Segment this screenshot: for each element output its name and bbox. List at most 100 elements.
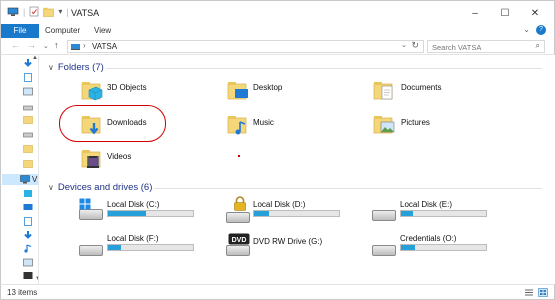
tab-computer[interactable]: Computer	[45, 24, 80, 38]
videos-nav-icon[interactable]	[23, 271, 33, 280]
address-bar-row: ← → ⌄ ↑ › VATSA ⌄ ↻ Search VATSA ⌕	[0, 38, 555, 55]
folder-nav-icon[interactable]	[23, 115, 33, 124]
documents-nav-icon[interactable]	[23, 73, 33, 82]
help-icon[interactable]: ?	[536, 25, 546, 35]
documents-nav-icon[interactable]	[23, 217, 33, 226]
downloads-nav-icon[interactable]	[23, 231, 33, 240]
hard-drive-body	[79, 209, 103, 220]
ribbon-controls: ⌄ ?	[523, 25, 546, 35]
ribbon: File Computer View ⌄ ?	[0, 24, 555, 38]
music-nav-icon[interactable]	[23, 244, 33, 253]
drive-nav-icon[interactable]	[23, 103, 33, 112]
drive-usage-bar	[107, 244, 194, 251]
expand-ribbon-icon[interactable]: ⌄	[523, 25, 530, 35]
drive-label: Local Disk (D:)	[253, 200, 306, 209]
videos-folder-icon	[81, 150, 101, 168]
group-divider	[154, 188, 542, 189]
up-arrow-icon[interactable]: ↑	[54, 40, 59, 50]
tab-file[interactable]: File	[1, 24, 39, 38]
details-view-icon[interactable]	[524, 288, 534, 297]
cursor-dot	[238, 155, 240, 157]
minimize-button[interactable]: –	[460, 3, 490, 23]
close-button[interactable]: ✕	[520, 3, 550, 23]
pictures-nav-icon[interactable]	[23, 258, 33, 267]
scroll-down-arrow-icon[interactable]: ▼	[35, 276, 38, 282]
forward-arrow-icon[interactable]: →	[27, 40, 36, 50]
hard-drive-body	[226, 245, 250, 256]
drives-group-title: Devices and drives (6)	[57, 182, 153, 193]
folders-group-header[interactable]: ∨ Folders (7)	[48, 62, 104, 73]
breadcrumb-separator-icon[interactable]: ›	[83, 41, 86, 50]
folder-label: 3D Objects	[107, 83, 147, 92]
folder-label: Pictures	[401, 118, 430, 127]
drive-label: Credentials (O:)	[400, 234, 457, 243]
drive-usage-fill	[108, 245, 121, 250]
folder-label: Documents	[401, 83, 442, 92]
properties-icon[interactable]	[29, 6, 39, 17]
maximize-button[interactable]: ☐	[490, 3, 520, 23]
item-count: 13 items	[7, 288, 38, 297]
svg-text:DVD: DVD	[232, 237, 247, 244]
dvd-drive-icon: DVD	[228, 233, 250, 245]
navigation-pane: ▲ V ▼	[0, 55, 39, 284]
search-placeholder: Search VATSA	[432, 43, 482, 52]
collapse-chevron-icon[interactable]: ∨	[48, 183, 54, 192]
drive-usage-bar	[400, 210, 487, 217]
downloads-nav-icon[interactable]	[23, 59, 33, 68]
drive-nav-icon[interactable]	[23, 130, 33, 139]
breadcrumb-current[interactable]: VATSA	[92, 42, 117, 51]
collapse-chevron-icon[interactable]: ∨	[48, 63, 54, 72]
address-field[interactable]: › VATSA ⌄ ↻	[67, 40, 424, 53]
hard-drive-icon	[372, 245, 396, 256]
drive-label: Local Disk (E:)	[400, 200, 453, 209]
desktop-folder-icon	[227, 82, 248, 100]
tab-view[interactable]: View	[94, 24, 111, 38]
drive-usage-fill	[401, 211, 413, 216]
hard-drive-icon	[372, 210, 396, 221]
address-dropdown-icon[interactable]: ⌄	[401, 41, 407, 49]
this-pc-icon	[71, 44, 80, 50]
documents-folder-icon	[373, 82, 393, 100]
search-icon: ⌕	[535, 41, 540, 50]
back-arrow-icon[interactable]: ←	[11, 40, 20, 50]
search-box[interactable]: Search VATSA ⌕	[427, 40, 545, 53]
music-folder-icon	[227, 116, 247, 135]
this-pc-nav-icon	[20, 175, 30, 184]
drives-group-header[interactable]: ∨ Devices and drives (6)	[48, 182, 152, 193]
desktop-nav-icon[interactable]	[23, 203, 33, 212]
refresh-icon[interactable]: ↻	[411, 40, 419, 51]
this-pc-nav-label: V	[32, 175, 38, 184]
window-controls: – ☐ ✕	[460, 3, 550, 23]
3d-objects-nav-icon[interactable]	[23, 189, 33, 198]
pictures-folder-icon	[373, 116, 395, 134]
drive-usage-fill	[108, 211, 147, 216]
pictures-nav-icon[interactable]	[23, 87, 33, 96]
group-divider	[106, 68, 542, 69]
windows-drive-icon	[79, 198, 91, 210]
drive-label: Local Disk (F:)	[107, 234, 159, 243]
highlight-ring	[59, 105, 166, 142]
title-bar: | ▾ | VATSA – ☐ ✕	[0, 0, 555, 24]
folder-nav-icon[interactable]	[23, 144, 33, 153]
qa-separator: |	[66, 6, 69, 17]
customize-qa-dropdown[interactable]: ▾	[58, 7, 62, 16]
new-folder-icon[interactable]	[43, 7, 55, 17]
recent-locations-chevron-icon[interactable]: ⌄	[43, 42, 49, 50]
this-pc-icon[interactable]	[7, 7, 19, 17]
drive-usage-bar	[253, 210, 340, 217]
folder-label: Desktop	[253, 83, 283, 92]
quick-access-toolbar: | ▾ |	[7, 6, 69, 17]
folder-label: Videos	[107, 152, 132, 161]
hard-drive-body	[226, 212, 250, 223]
drive-label: DVD RW Drive (G:)	[253, 237, 323, 246]
large-icons-view-icon[interactable]	[538, 288, 548, 297]
qa-separator: |	[23, 6, 26, 17]
hard-drive-icon	[79, 245, 103, 256]
status-bar: 13 items	[0, 284, 555, 300]
folder-nav-icon[interactable]	[23, 159, 33, 168]
folder-label: Music	[253, 118, 274, 127]
drive-usage-fill	[254, 211, 270, 216]
drive-label: Local Disk (C:)	[107, 200, 160, 209]
window-title: VATSA	[71, 8, 100, 18]
drive-usage-bar	[400, 244, 487, 251]
